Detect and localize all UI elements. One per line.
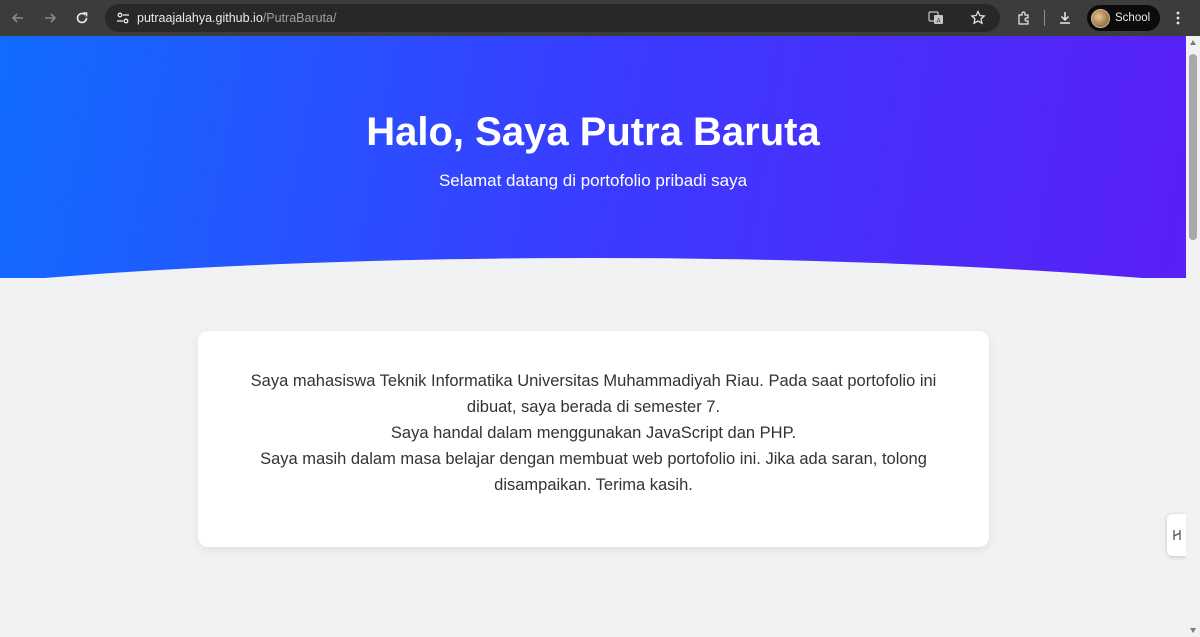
about-paragraph-1: Saya mahasiswa Teknik Informatika Univer… — [250, 372, 937, 416]
site-info-button[interactable] — [113, 8, 133, 28]
hero-title: Halo, Saya Putra Baruta — [366, 110, 820, 154]
translate-button[interactable]: A — [922, 4, 950, 32]
url-path: /PutraBaruta/ — [262, 11, 337, 25]
about-paragraph-3: Saya masih dalam masa belajar dengan mem… — [260, 450, 927, 494]
scrollbar-thumb[interactable] — [1189, 54, 1197, 240]
about-card: Saya mahasiswa Teknik Informatika Univer… — [198, 331, 989, 547]
page-viewport: Halo, Saya Putra Baruta Selamat datang d… — [0, 36, 1186, 637]
avatar — [1091, 8, 1110, 28]
site-info-icon — [117, 12, 129, 24]
extension-handle-icon — [1172, 530, 1181, 540]
profile-name: School — [1115, 12, 1151, 24]
bookmark-star-icon — [970, 10, 986, 25]
url-host: putraajalahya.github.io — [137, 11, 263, 25]
back-button[interactable] — [4, 4, 32, 32]
forward-icon — [45, 13, 57, 23]
about-paragraph-2: Saya handal dalam menggunakan JavaScript… — [390, 424, 797, 442]
back-icon — [11, 13, 23, 23]
hero-subtitle: Selamat datang di portofolio pribadi say… — [438, 171, 748, 190]
scroll-up-arrow-icon[interactable] — [1190, 40, 1196, 45]
download-icon — [1060, 12, 1070, 24]
menu-kebab-icon — [1176, 11, 1180, 25]
bookmark-button[interactable] — [964, 4, 992, 32]
hero-header: Halo, Saya Putra Baruta Selamat datang d… — [0, 36, 1186, 278]
page-scrollbar[interactable] — [1186, 36, 1200, 637]
browser-toolbar: putraajalahya.github.io/PutraBaruta/ A S… — [0, 0, 1200, 36]
extensions-icon — [1018, 11, 1029, 25]
profile-chip[interactable]: School — [1087, 5, 1161, 31]
toolbar-separator — [1044, 10, 1045, 26]
reload-icon — [76, 12, 88, 24]
menu-button[interactable] — [1164, 4, 1192, 32]
side-extension-tab[interactable] — [1167, 514, 1186, 556]
download-button[interactable] — [1051, 4, 1079, 32]
extensions-button[interactable] — [1010, 4, 1038, 32]
url-text[interactable]: putraajalahya.github.io/PutraBaruta/ — [137, 11, 336, 25]
scroll-down-arrow-icon[interactable] — [1190, 628, 1196, 633]
reload-button[interactable] — [68, 4, 96, 32]
forward-button[interactable] — [36, 4, 64, 32]
translate-icon: A — [928, 11, 943, 25]
address-bar[interactable]: putraajalahya.github.io/PutraBaruta/ A — [105, 4, 1000, 32]
